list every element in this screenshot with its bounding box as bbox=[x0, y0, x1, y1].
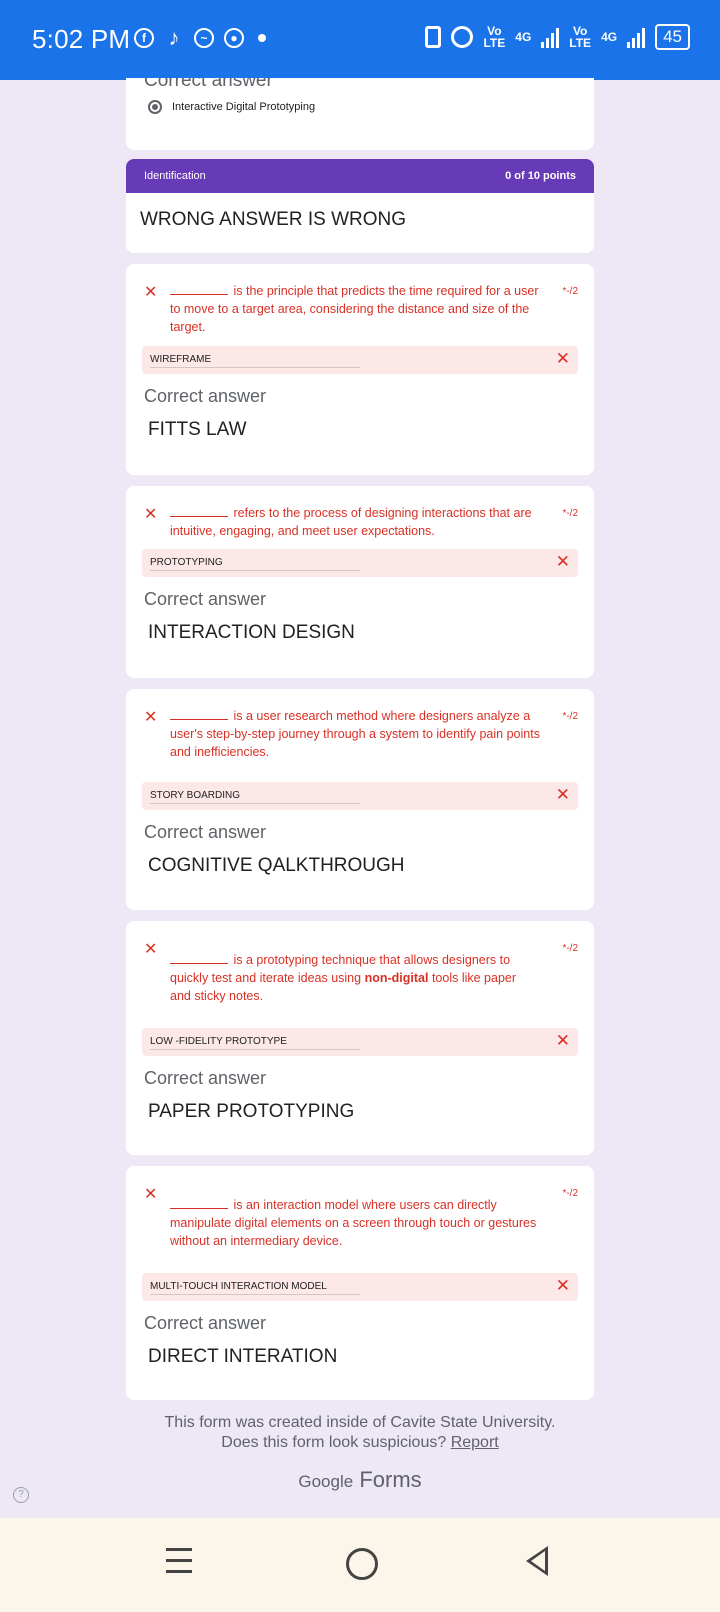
messenger-icon: ~ bbox=[194, 28, 214, 48]
footer-line-2: Does this form look suspicious? Report bbox=[221, 1434, 499, 1451]
incorrect-icon: ✕ bbox=[144, 709, 158, 726]
question-points: *-/2 bbox=[562, 711, 578, 722]
google-forms-logo[interactable]: Google Forms bbox=[0, 1467, 720, 1493]
correct-answer-value: FITTS LAW bbox=[148, 419, 247, 440]
question-card: ✕ is the principle that predicts the tim… bbox=[126, 264, 594, 475]
correct-answer-value: PAPER PROTOTYPING bbox=[148, 1101, 355, 1122]
status-bar: 5:02 PM f ♪ ~ ● Vo LTE 4G Vo LTE 4G 45 bbox=[0, 0, 720, 80]
volte-indicator-1: Vo LTE bbox=[483, 24, 506, 50]
alarm-icon bbox=[451, 26, 474, 48]
notification-icons: f ♪ ~ ● bbox=[134, 25, 266, 50]
wrong-answer-icon: ✕ bbox=[555, 1031, 570, 1050]
correct-answer-label: Correct answer bbox=[144, 1313, 267, 1333]
correct-answer-label: Correct answer bbox=[144, 589, 267, 609]
section-card: Identification 0 of 10 points WRONG ANSW… bbox=[126, 159, 594, 253]
user-answer: WIREFRAME ✕ bbox=[142, 346, 578, 374]
correct-answer-label: Correct answer bbox=[144, 78, 273, 91]
battery-indicator: 45 bbox=[655, 24, 690, 50]
question-card: ✕ refers to the process of designing int… bbox=[126, 486, 594, 678]
home-button[interactable] bbox=[346, 1548, 378, 1580]
section-header: Identification 0 of 10 points bbox=[126, 159, 594, 193]
more-notifications-dot bbox=[258, 34, 266, 42]
network-type-2: 4G bbox=[601, 30, 618, 44]
question-card: ✕ is an interaction model where users ca… bbox=[126, 1166, 594, 1400]
correct-answer-value: DIRECT INTERATION bbox=[148, 1346, 338, 1367]
radio-option-label: Interactive Digital Prototyping bbox=[172, 101, 316, 113]
previous-question-card: Correct answer Interactive Digital Proto… bbox=[126, 78, 594, 150]
android-nav-bar bbox=[0, 1518, 720, 1612]
system-indicators: Vo LTE 4G Vo LTE 4G 45 bbox=[425, 24, 690, 50]
user-answer-value: LOW -FIDELITY PROTOTYPE bbox=[150, 1036, 360, 1050]
question-card: ✕ is a user research method where design… bbox=[126, 689, 594, 910]
report-link[interactable]: Report bbox=[451, 1434, 499, 1451]
question-points: *-/2 bbox=[562, 943, 578, 954]
incorrect-icon: ✕ bbox=[144, 284, 158, 301]
correct-answer-value: COGNITIVE QALKTHROUGH bbox=[148, 855, 405, 876]
chrome-icon: ● bbox=[224, 28, 244, 48]
section-name: Identification bbox=[144, 170, 206, 182]
incorrect-icon: ✕ bbox=[144, 1186, 158, 1203]
signal-icon-2 bbox=[627, 26, 646, 48]
correct-answer-label: Correct answer bbox=[144, 1068, 267, 1088]
back-button[interactable] bbox=[526, 1546, 548, 1576]
facebook-icon: f bbox=[134, 28, 154, 48]
form-footer: This form was created inside of Cavite S… bbox=[0, 1413, 720, 1453]
user-answer: PROTOTYPING ✕ bbox=[142, 549, 578, 577]
user-answer: STORY BOARDING ✕ bbox=[142, 782, 578, 810]
correct-answer-value: INTERACTION DESIGN bbox=[148, 622, 355, 643]
question-points: *-/2 bbox=[562, 286, 578, 297]
user-answer-value: MULTI-TOUCH INTERACTION MODEL bbox=[150, 1281, 360, 1295]
wrong-answer-icon: ✕ bbox=[555, 349, 570, 368]
incorrect-icon: ✕ bbox=[144, 506, 158, 523]
question-points: *-/2 bbox=[562, 508, 578, 519]
user-answer-value: PROTOTYPING bbox=[150, 557, 360, 571]
signal-icon-1 bbox=[541, 26, 560, 48]
tiktok-icon: ♪ bbox=[168, 25, 180, 50]
recent-apps-button[interactable] bbox=[166, 1548, 192, 1581]
user-answer: MULTI-TOUCH INTERACTION MODEL ✕ bbox=[142, 1273, 578, 1301]
correct-answer-label: Correct answer bbox=[144, 822, 267, 842]
network-type-1: 4G bbox=[515, 30, 532, 44]
wrong-answer-icon: ✕ bbox=[555, 1276, 570, 1295]
user-answer: LOW -FIDELITY PROTOTYPE ✕ bbox=[142, 1028, 578, 1056]
volte-indicator-2: Vo LTE bbox=[569, 24, 592, 50]
help-icon[interactable]: ? bbox=[13, 1487, 29, 1503]
question-text: is a prototyping technique that allows d… bbox=[170, 953, 517, 1003]
wrong-answer-icon: ✕ bbox=[555, 785, 570, 804]
wrong-answer-icon: ✕ bbox=[555, 552, 570, 571]
correct-answer-label: Correct answer bbox=[144, 386, 267, 406]
question-text: is an interaction model where users can … bbox=[170, 1198, 537, 1248]
status-time: 5:02 PM bbox=[32, 24, 131, 54]
question-points: *-/2 bbox=[562, 1188, 578, 1199]
vibrate-icon bbox=[425, 26, 442, 48]
section-title: WRONG ANSWER IS WRONG bbox=[140, 209, 406, 230]
question-card: ✕ is a prototyping technique that allows… bbox=[126, 921, 594, 1155]
question-text: is a user research method where designer… bbox=[170, 709, 540, 759]
question-text: is the principle that predicts the time … bbox=[170, 284, 539, 334]
footer-line-1: This form was created inside of Cavite S… bbox=[164, 1414, 556, 1431]
question-text: refers to the process of designing inter… bbox=[170, 506, 532, 538]
user-answer-value: WIREFRAME bbox=[150, 354, 360, 368]
incorrect-icon: ✕ bbox=[144, 941, 158, 958]
radio-option: Interactive Digital Prototyping bbox=[148, 100, 315, 114]
radio-selected-icon bbox=[148, 100, 162, 114]
section-points: 0 of 10 points bbox=[505, 170, 576, 182]
user-answer-value: STORY BOARDING bbox=[150, 790, 360, 804]
